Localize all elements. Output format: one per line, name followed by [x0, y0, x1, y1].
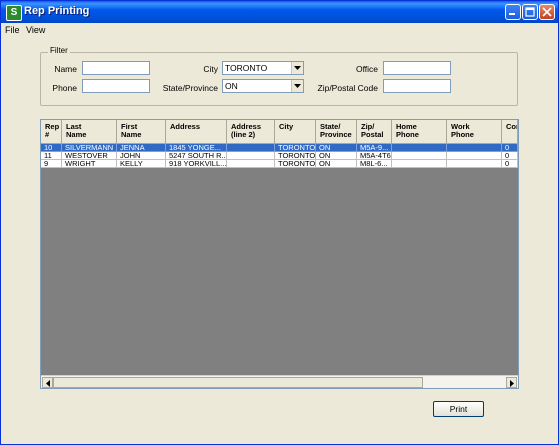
arrow-right-icon: [510, 380, 514, 387]
minimize-icon: [509, 13, 515, 15]
state-label: State/Province: [162, 83, 218, 93]
scroll-thumb[interactable]: [53, 377, 423, 388]
column-header[interactable]: Zip/ Postal: [357, 120, 392, 144]
table-cell[interactable]: M5A-4T6: [357, 152, 392, 160]
table-cell[interactable]: ON: [316, 144, 357, 152]
window-title: Rep Printing: [24, 5, 90, 17]
app-icon: S: [6, 5, 22, 21]
table-cell[interactable]: TORONTO: [275, 152, 316, 160]
table-cell[interactable]: JOHN: [117, 152, 166, 160]
table-cell[interactable]: WRIGHT: [62, 160, 117, 168]
column-header[interactable]: State/ Province: [316, 120, 357, 144]
minimize-button[interactable]: [505, 4, 521, 20]
table-cell[interactable]: [227, 160, 275, 168]
column-header[interactable]: Home Phone: [392, 120, 447, 144]
office-label: Office: [355, 64, 378, 74]
column-header[interactable]: Rep #: [41, 120, 62, 144]
phone-label: Phone: [52, 83, 77, 93]
table-cell[interactable]: [227, 144, 275, 152]
name-input[interactable]: [82, 61, 150, 75]
column-header[interactable]: Address (line 2): [227, 120, 275, 144]
column-header[interactable]: Work Phone: [447, 120, 502, 144]
zip-label: Zip/Postal Code: [317, 83, 378, 93]
city-dropdown-value: TORONTO: [225, 63, 268, 73]
city-dropdown-button[interactable]: [291, 62, 303, 74]
close-button[interactable]: [539, 4, 555, 20]
column-header[interactable]: Last Name: [62, 120, 117, 144]
menu-bar: File View: [1, 23, 558, 39]
table-cell[interactable]: TORONTO: [275, 160, 316, 168]
table-cell[interactable]: [392, 152, 447, 160]
city-dropdown[interactable]: TORONTO: [222, 61, 304, 75]
table-cell[interactable]: JENNA: [117, 144, 166, 152]
print-button[interactable]: Print: [433, 401, 484, 417]
rep-grid[interactable]: Rep # Last Name First Name Address Addre…: [40, 119, 519, 389]
chevron-down-icon: [294, 66, 301, 70]
city-label: City: [203, 64, 218, 74]
table-cell[interactable]: [447, 160, 502, 168]
chevron-down-icon: [294, 84, 301, 88]
table-cell[interactable]: 918 YORKVILL...: [166, 160, 227, 168]
table-cell[interactable]: KELLY: [117, 160, 166, 168]
menu-file[interactable]: File: [5, 25, 20, 35]
table-cell[interactable]: 9: [41, 160, 62, 168]
table-cell[interactable]: 0: [502, 144, 518, 152]
column-header[interactable]: Address: [166, 120, 227, 144]
table-cell[interactable]: M5A-9...: [357, 144, 392, 152]
state-dropdown-button[interactable]: [291, 80, 303, 92]
table-cell[interactable]: ON: [316, 160, 357, 168]
rep-printing-window: S Rep Printing File View Filter Name Pho…: [0, 0, 559, 445]
table-cell[interactable]: TORONTO: [275, 144, 316, 152]
table-cell[interactable]: [392, 144, 447, 152]
table-cell[interactable]: 0: [502, 160, 518, 168]
table-cell[interactable]: [447, 152, 502, 160]
table-cell[interactable]: 11: [41, 152, 62, 160]
table-cell[interactable]: [227, 152, 275, 160]
table-cell[interactable]: 10: [41, 144, 62, 152]
scroll-left-button[interactable]: [42, 377, 53, 388]
state-dropdown-value: ON: [225, 81, 238, 91]
table-cell[interactable]: 0: [502, 152, 518, 160]
column-header[interactable]: Con: [502, 120, 518, 144]
maximize-icon: [525, 7, 535, 17]
maximize-button[interactable]: [522, 4, 538, 20]
zip-input[interactable]: [383, 79, 451, 93]
phone-input[interactable]: [82, 79, 150, 93]
name-label: Name: [54, 64, 77, 74]
scroll-right-button[interactable]: [506, 377, 517, 388]
arrow-left-icon: [46, 380, 50, 387]
table-cell[interactable]: 5247 SOUTH R...: [166, 152, 227, 160]
table-cell[interactable]: WESTOVER: [62, 152, 117, 160]
state-dropdown[interactable]: ON: [222, 79, 304, 93]
filter-legend: Filter: [48, 46, 70, 55]
table-cell[interactable]: 1845 YONGE...: [166, 144, 227, 152]
table-cell[interactable]: M8L-6...: [357, 160, 392, 168]
column-header[interactable]: First Name: [117, 120, 166, 144]
title-bar[interactable]: S Rep Printing: [1, 1, 558, 23]
close-icon: [542, 7, 552, 17]
office-input[interactable]: [383, 61, 451, 75]
table-cell[interactable]: [392, 160, 447, 168]
column-header[interactable]: City: [275, 120, 316, 144]
table-cell[interactable]: ON: [316, 152, 357, 160]
table-cell[interactable]: [447, 144, 502, 152]
horizontal-scrollbar[interactable]: [41, 375, 518, 388]
menu-view[interactable]: View: [26, 25, 45, 35]
table-cell[interactable]: SILVERMANN: [62, 144, 117, 152]
